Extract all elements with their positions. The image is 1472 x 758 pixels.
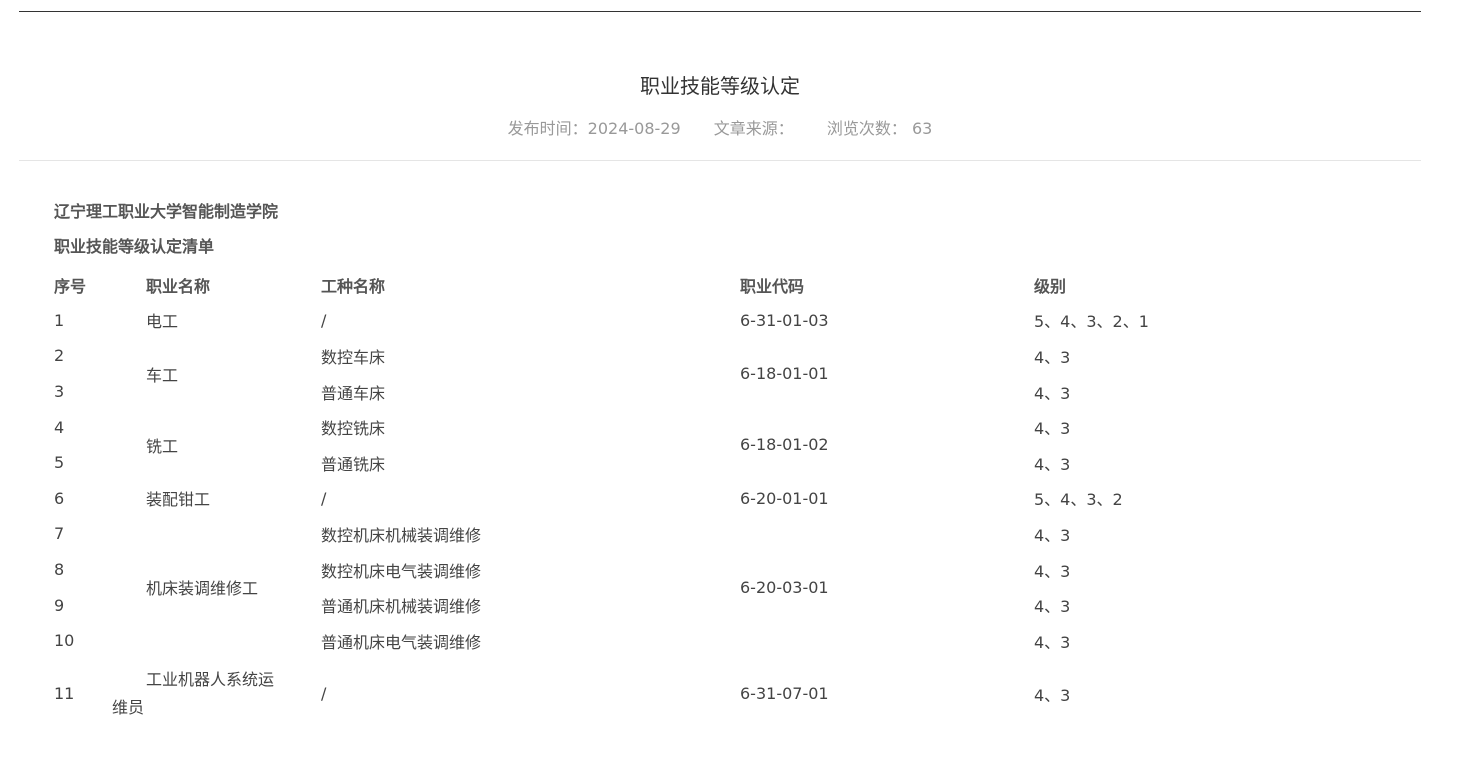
table-header-row: 序号 职业名称 工种名称 职业代码 级别 (54, 267, 1334, 303)
org-heading: 辽宁理工职业大学智能制造学院 (54, 202, 279, 221)
cell-occupation: 机床装调维修工 (146, 579, 259, 599)
cell-occupation: 车工 (146, 365, 179, 385)
cell-trade: / (321, 310, 327, 330)
header-code: 职业代码 (740, 276, 805, 296)
table-row: 4 铣工 数控铣床 6-18-01-02 4、3 (54, 409, 1334, 456)
article-container: 职业技能等级认定 发布时间：2024-08-29 文章来源： 浏览次数： 63 … (19, 11, 1421, 729)
cell-code: 6-18-01-02 (740, 435, 829, 455)
cell-occupation: 电工 (146, 312, 179, 332)
cell-trade: 数控铣床 (321, 419, 386, 439)
cell-occupation: 铣工 (146, 436, 179, 456)
cell-no: 4 (54, 417, 65, 437)
cell-occupation: 工业机器人系统运 维员 (112, 659, 321, 729)
cell-trade: 数控机床电气装调维修 (321, 561, 482, 581)
cell-code: 6-20-01-01 (740, 488, 829, 508)
header-trade: 工种名称 (321, 276, 386, 296)
cell-no: 8 (54, 560, 65, 580)
table-row: 1 电工 / 6-31-01-03 5、4、3、2、1 (54, 303, 1334, 339)
cell-level: 4、3 (1034, 632, 1071, 652)
article-content: 辽宁理工职业大学智能制造学院 职业技能等级认定清单 序号 职业名称 工种名称 职… (19, 161, 1421, 729)
article-source: 文章来源： (713, 119, 794, 138)
cell-trade: 普通机床电气装调维修 (321, 632, 482, 652)
cell-no: 2 (54, 346, 65, 366)
article-title: 职业技能等级认定 (640, 74, 800, 98)
cell-level: 4、3 (1034, 454, 1071, 474)
cell-no: 5 (54, 453, 65, 473)
cell-occupation: 装配钳工 (146, 490, 211, 510)
cell-no: 1 (54, 310, 65, 330)
header-occupation: 职业名称 (146, 276, 211, 296)
header-no: 序号 (54, 276, 87, 296)
cell-code: 6-18-01-01 (740, 364, 829, 384)
table-row: 6 装配钳工 / 6-20-01-01 5、4、3、2 (54, 481, 1334, 517)
table-row: 11 工业机器人系统运 维员 / 6-31-07-01 4、3 (54, 659, 1334, 729)
cell-trade: / (321, 488, 327, 508)
cell-occupation-line1: 工业机器人系统运 (146, 669, 275, 689)
cell-no: 3 (54, 382, 65, 402)
cell-level: 4、3 (1034, 419, 1071, 439)
cell-level: 4、3 (1034, 525, 1071, 545)
cell-trade: 普通机床机械装调维修 (321, 597, 482, 617)
cell-level: 4、3 (1034, 561, 1071, 581)
cell-level: 4、3 (1034, 685, 1071, 705)
cell-code: 6-31-01-03 (740, 310, 829, 330)
cell-no: 7 (54, 524, 65, 544)
header-level: 级别 (1034, 276, 1067, 296)
cell-trade: 普通铣床 (321, 454, 386, 474)
publish-time: 发布时间：2024-08-29 (507, 119, 681, 138)
cell-no: 10 (54, 631, 75, 651)
cell-level: 5、4、3、2 (1034, 490, 1123, 510)
cell-trade: 普通车床 (321, 383, 386, 403)
skills-table: 序号 职业名称 工种名称 职业代码 级别 1 电工 / 6-31-01-03 5… (54, 267, 1334, 729)
cell-no: 6 (54, 488, 65, 508)
cell-level: 4、3 (1034, 597, 1071, 617)
cell-code: 6-20-03-01 (740, 577, 829, 597)
top-divider (19, 11, 1421, 12)
cell-trade: / (321, 684, 327, 704)
cell-occupation-line2: 维员 (112, 697, 145, 717)
cell-no: 9 (54, 595, 65, 615)
article-meta: 发布时间：2024-08-29 文章来源： 浏览次数： 63 (19, 119, 1421, 139)
cell-trade: 数控机床机械装调维修 (321, 525, 482, 545)
table-row: 2 车工 数控车床 6-18-01-01 4、3 (54, 338, 1334, 384)
view-count: 浏览次数： 63 (826, 119, 933, 138)
cell-code: 6-31-07-01 (740, 684, 829, 704)
cell-level: 4、3 (1034, 347, 1071, 367)
cell-trade: 数控车床 (321, 347, 386, 367)
table-row: 7 机床装调维修工 数控机床机械装调维修 6-20-03-01 4、3 (54, 516, 1334, 598)
cell-level: 4、3 (1034, 383, 1071, 403)
cell-level: 5、4、3、2、1 (1034, 312, 1149, 332)
list-heading: 职业技能等级认定清单 (54, 237, 215, 256)
